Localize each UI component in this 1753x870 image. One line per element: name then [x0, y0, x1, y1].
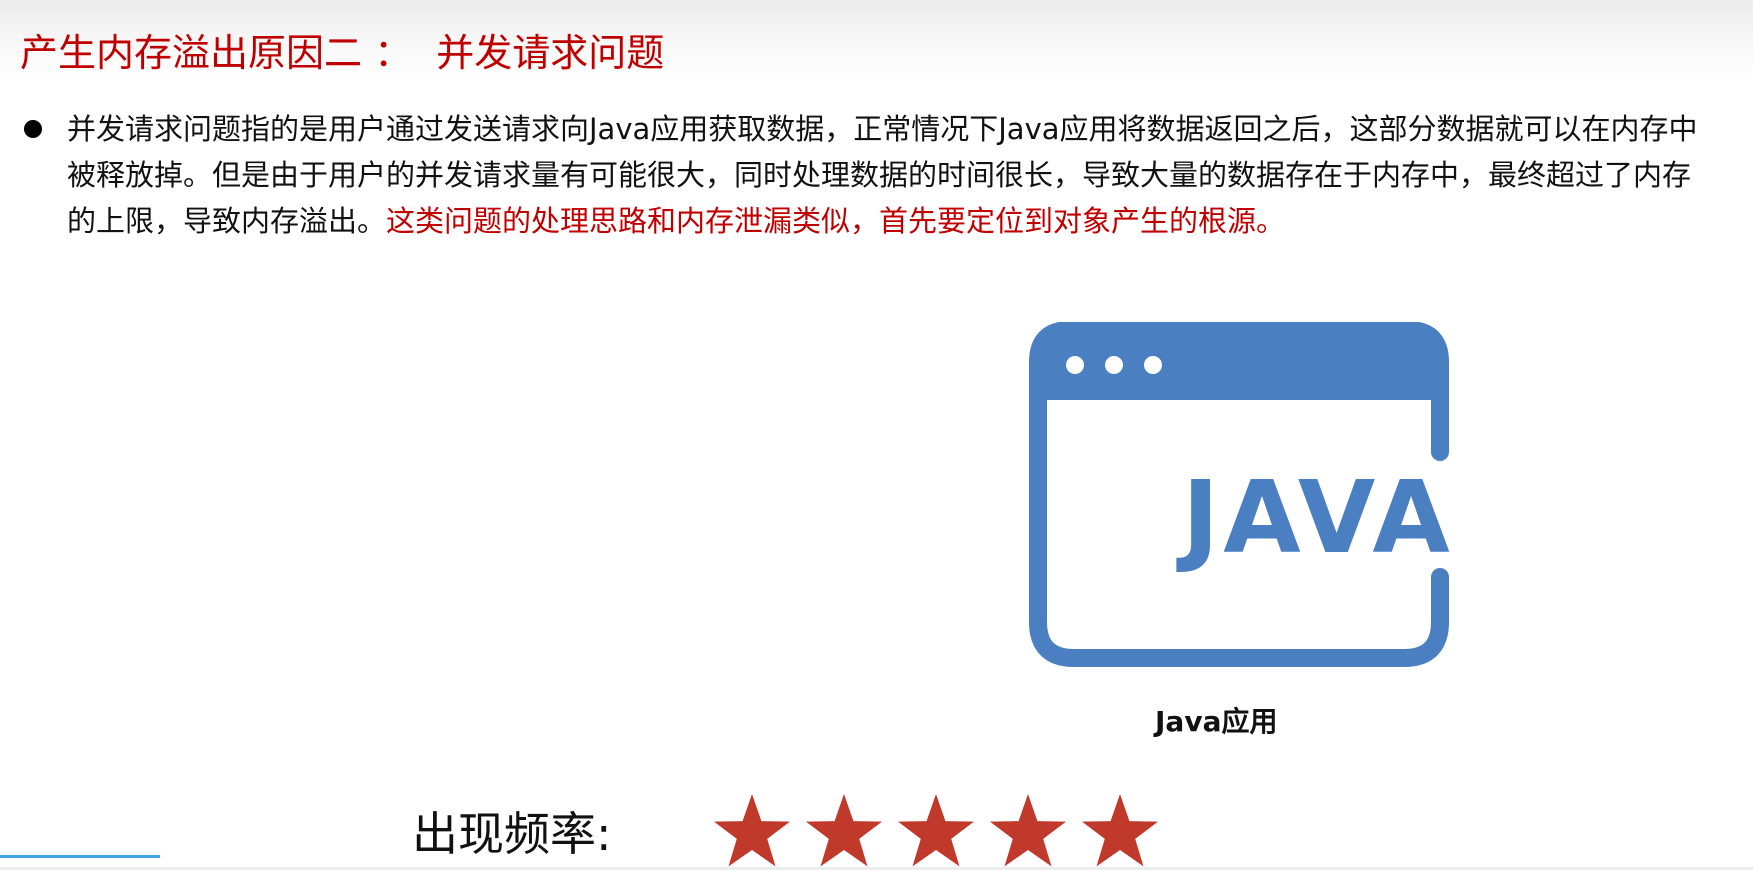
star-icon	[1082, 794, 1158, 867]
paragraph-highlight-text: 这类问题的处理思路和内存泄漏类似，首先要定位到对象产生的根源。	[386, 204, 1286, 238]
bullet-paragraph: 并发请求问题指的是用户通过发送请求向Java应用获取数据，正常情况下Java应用…	[67, 106, 1707, 244]
window-dot-3	[1144, 356, 1162, 374]
bullet-dot-icon	[24, 120, 42, 138]
window-dot-1	[1066, 356, 1084, 374]
window-dot-2	[1105, 356, 1123, 374]
window-titlebar	[1038, 330, 1440, 400]
frequency-stars	[714, 794, 1158, 867]
frequency-label: 出现频率:	[412, 807, 612, 861]
star-icon	[898, 794, 974, 867]
star-icon	[714, 794, 790, 867]
video-progress-bar[interactable]	[0, 855, 160, 858]
java-caption: Java应用	[1155, 705, 1278, 738]
slide-title: 产生内存溢出原因二 ： 并发请求问题	[20, 31, 665, 75]
java-logo-text: JAVA	[1176, 459, 1454, 576]
star-icon	[990, 794, 1066, 867]
java-window-icon: JAVA	[1029, 322, 1454, 667]
star-icon	[806, 794, 882, 867]
